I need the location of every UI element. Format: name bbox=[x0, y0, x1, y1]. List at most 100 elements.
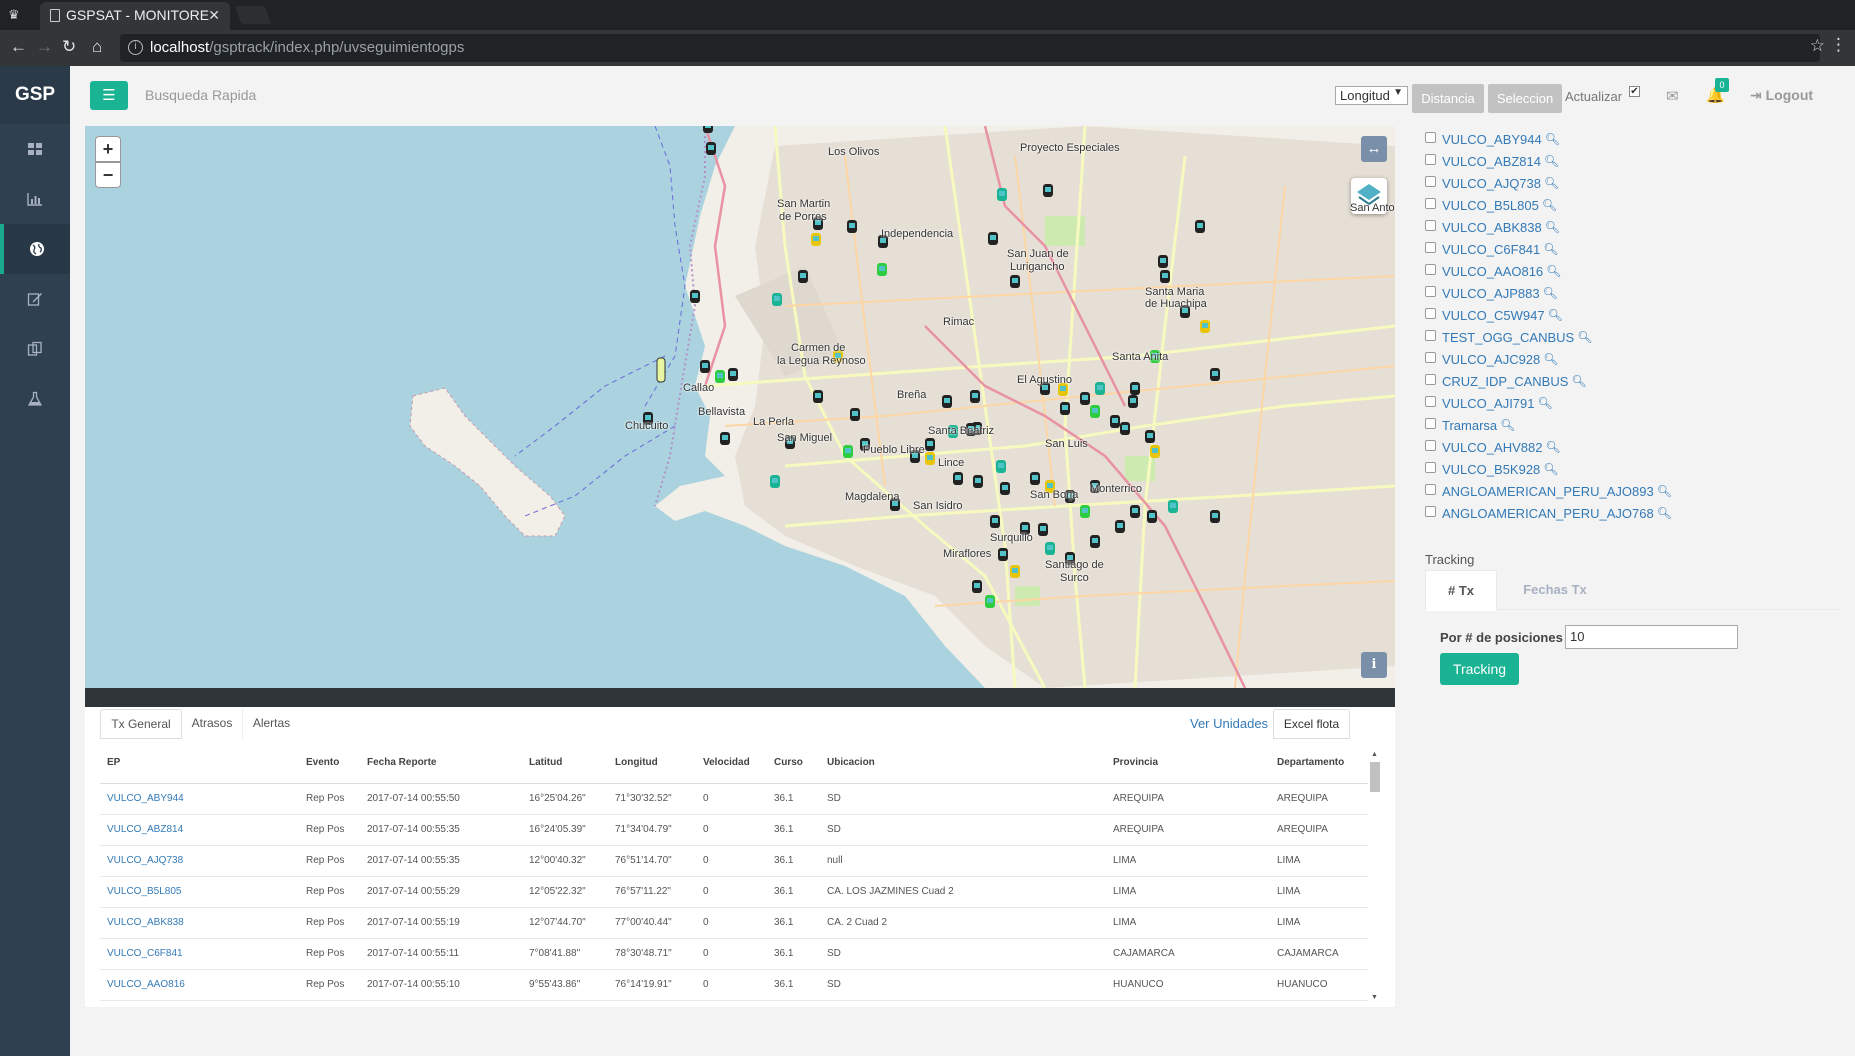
browser-menu-icon[interactable]: ⋮ bbox=[1830, 35, 1847, 55]
vehicle-marker[interactable] bbox=[1030, 472, 1040, 485]
vehicle-marker[interactable] bbox=[925, 452, 935, 465]
vehicle-marker[interactable] bbox=[1000, 482, 1010, 495]
vehicle-marker[interactable] bbox=[972, 580, 982, 593]
vehicle-marker[interactable] bbox=[728, 368, 738, 381]
vehicle-marker[interactable] bbox=[1168, 500, 1178, 513]
vessel-marker[interactable] bbox=[656, 357, 666, 383]
zoom-to-unit-icon[interactable]: 🔍︎ bbox=[1577, 330, 1592, 344]
vehicle-marker[interactable] bbox=[1080, 392, 1090, 405]
vehicle-marker[interactable] bbox=[925, 438, 935, 451]
table-row[interactable]: VULCO_C6F841 Rep Pos 2017-07-14 00:55:11 7°… bbox=[100, 938, 1368, 970]
unit-label[interactable]: VULCO_B5K928 bbox=[1442, 462, 1540, 477]
vehicle-marker[interactable] bbox=[850, 408, 860, 421]
browser-tab-active[interactable]: GSPSAT - MONITORE ✕ bbox=[40, 2, 230, 30]
vehicle-marker[interactable] bbox=[798, 270, 808, 283]
zoom-out-button[interactable]: − bbox=[95, 162, 121, 188]
zoom-to-unit-icon[interactable]: 🔍︎ bbox=[1500, 418, 1515, 432]
sidebar-item-lab[interactable] bbox=[0, 374, 70, 424]
unit-label[interactable]: ANGLOAMERICAN_PERU_AJO768 bbox=[1442, 506, 1654, 521]
tab-delays[interactable]: Atrasos bbox=[182, 709, 242, 739]
sidebar-item-map[interactable] bbox=[0, 224, 70, 274]
vehicle-marker[interactable] bbox=[1210, 510, 1220, 523]
tracking-button[interactable]: Tracking bbox=[1440, 653, 1519, 685]
reload-icon[interactable]: ↻ bbox=[62, 38, 76, 56]
unit-checkbox[interactable] bbox=[1425, 483, 1436, 495]
unit-checkbox[interactable] bbox=[1425, 417, 1436, 429]
column-header[interactable]: Longitud bbox=[608, 743, 696, 784]
unit-link-cell[interactable]: VULCO_AJQ738 bbox=[100, 845, 299, 877]
positions-input[interactable]: 10 bbox=[1565, 625, 1738, 649]
vehicle-marker[interactable] bbox=[772, 293, 782, 306]
zoom-to-unit-icon[interactable]: 🔍︎ bbox=[1545, 132, 1560, 146]
unit-checkbox[interactable] bbox=[1425, 153, 1436, 165]
column-header[interactable]: Fecha Reporte bbox=[360, 743, 522, 784]
unit-item[interactable]: ANGLOAMERICAN_PERU_AJO893 🔍︎ bbox=[1425, 480, 1845, 502]
zoom-to-unit-icon[interactable]: 🔍︎ bbox=[1538, 396, 1553, 410]
vehicle-marker[interactable] bbox=[970, 390, 980, 403]
unit-item[interactable]: VULCO_C6F841 🔍︎ bbox=[1425, 238, 1845, 260]
vehicle-marker[interactable] bbox=[1090, 405, 1100, 418]
measure-select[interactable]: Longitud ▼ bbox=[1335, 86, 1408, 105]
vehicle-marker[interactable] bbox=[988, 232, 998, 245]
vehicle-marker[interactable] bbox=[1147, 510, 1157, 523]
map-canvas[interactable]: + − ↔ i Los Olivos Proyecto Especiales S… bbox=[85, 126, 1395, 688]
zoom-to-unit-icon[interactable]: 🔍︎ bbox=[1571, 374, 1586, 388]
zoom-to-unit-icon[interactable]: 🔍︎ bbox=[1543, 242, 1558, 256]
unit-item[interactable]: VULCO_AJI791 🔍︎ bbox=[1425, 392, 1845, 414]
vehicle-marker[interactable] bbox=[715, 370, 725, 383]
unit-label[interactable]: Tramarsa bbox=[1442, 418, 1497, 433]
vehicle-marker[interactable] bbox=[813, 390, 823, 403]
unit-label[interactable]: VULCO_AHV882 bbox=[1442, 440, 1542, 455]
unit-label[interactable]: VULCO_AJC928 bbox=[1442, 352, 1540, 367]
vehicle-marker[interactable] bbox=[877, 263, 887, 276]
unit-item[interactable]: VULCO_AJC928 🔍︎ bbox=[1425, 348, 1845, 370]
vehicle-marker[interactable] bbox=[1010, 275, 1020, 288]
tab-tx-general[interactable]: Tx General bbox=[100, 709, 182, 739]
vehicle-marker[interactable] bbox=[720, 432, 730, 445]
quick-search-link[interactable]: Busqueda Rapida bbox=[145, 87, 256, 103]
unit-checkbox[interactable] bbox=[1425, 373, 1436, 385]
unit-item[interactable]: VULCO_AJQ738 🔍︎ bbox=[1425, 172, 1845, 194]
unit-item[interactable]: VULCO_B5L805 🔍︎ bbox=[1425, 194, 1845, 216]
column-header[interactable]: Ubicacion bbox=[820, 743, 1106, 784]
unit-label[interactable]: VULCO_B5L805 bbox=[1442, 198, 1539, 213]
unit-item[interactable]: Tramarsa 🔍︎ bbox=[1425, 414, 1845, 436]
vehicle-marker[interactable] bbox=[690, 290, 700, 303]
vehicle-marker[interactable] bbox=[1110, 415, 1120, 428]
forward-icon[interactable]: → bbox=[36, 38, 53, 56]
column-header[interactable]: Departamento bbox=[1270, 743, 1368, 784]
unit-link-cell[interactable]: VULCO_ABY944 bbox=[100, 783, 299, 815]
vehicle-marker[interactable] bbox=[1080, 505, 1090, 518]
vehicle-marker[interactable] bbox=[1200, 320, 1210, 333]
zoom-to-unit-icon[interactable]: 🔍︎ bbox=[1545, 220, 1560, 234]
vehicle-marker[interactable] bbox=[811, 233, 821, 246]
column-header[interactable]: EP bbox=[100, 743, 299, 784]
vehicle-marker[interactable] bbox=[1120, 422, 1130, 435]
sidebar-item-dashboard[interactable] bbox=[0, 124, 70, 174]
vehicle-marker[interactable] bbox=[996, 460, 1006, 473]
zoom-to-unit-icon[interactable]: 🔍︎ bbox=[1543, 352, 1558, 366]
unit-label[interactable]: VULCO_C6F841 bbox=[1442, 242, 1540, 257]
unit-label[interactable]: TEST_OGG_CANBUS bbox=[1442, 330, 1574, 345]
tab-tx-count[interactable]: # Tx bbox=[1425, 570, 1497, 611]
logout-link[interactable]: ⇥ Logout bbox=[1750, 87, 1813, 104]
unit-checkbox[interactable] bbox=[1425, 439, 1436, 451]
table-row[interactable]: VULCO_ABK838 Rep Pos 2017-07-14 00:55:19 12… bbox=[100, 907, 1368, 939]
zoom-to-unit-icon[interactable]: 🔍︎ bbox=[1543, 286, 1558, 300]
unit-label[interactable]: ANGLOAMERICAN_PERU_AJO893 bbox=[1442, 484, 1654, 499]
vehicle-marker[interactable] bbox=[997, 188, 1007, 201]
scrollbar-thumb[interactable] bbox=[1370, 762, 1380, 792]
zoom-to-unit-icon[interactable]: 🔍︎ bbox=[1546, 264, 1561, 278]
selection-button[interactable]: Seleccion bbox=[1488, 84, 1562, 113]
column-header[interactable]: Evento bbox=[299, 743, 360, 784]
vehicle-marker[interactable] bbox=[953, 472, 963, 485]
unit-label[interactable]: VULCO_AJQ738 bbox=[1442, 176, 1541, 191]
scroll-down-arrow-icon[interactable]: ▼ bbox=[1371, 994, 1378, 1001]
unit-label[interactable]: VULCO_ABK838 bbox=[1442, 220, 1542, 235]
unit-checkbox[interactable] bbox=[1425, 219, 1436, 231]
unit-label[interactable]: VULCO_C5W947 bbox=[1442, 308, 1545, 323]
tab-tx-dates[interactable]: Fechas Tx bbox=[1505, 570, 1605, 611]
vehicle-marker[interactable] bbox=[942, 395, 952, 408]
vehicle-marker[interactable] bbox=[990, 515, 1000, 528]
zoom-in-button[interactable]: + bbox=[95, 136, 121, 162]
